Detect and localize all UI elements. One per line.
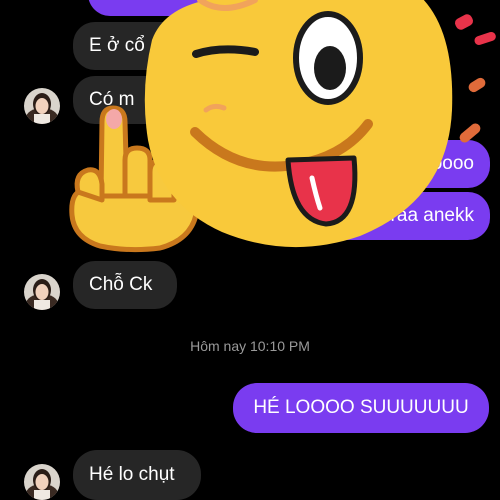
sparkle-icon: [474, 31, 496, 45]
message-bubble-received[interactable]: Chỗ Ck: [73, 261, 177, 309]
chat-thread: E ở cổ Có m oooo raa anekk Chỗ Ck Hôm na…: [0, 0, 500, 500]
sparkle-icon: [459, 123, 481, 143]
message-text: HÉ LOOOO SUUUUUUU: [253, 397, 469, 418]
avatar[interactable]: [24, 274, 60, 310]
message-bubble-sent[interactable]: HÉ LOOOO SUUUUUUU: [233, 383, 489, 433]
message-text: Chỗ Ck: [89, 274, 153, 295]
sparkle-icon: [454, 14, 474, 30]
message-text: Hé lo chụt: [89, 464, 175, 485]
timestamp-divider: Hôm nay 10:10 PM: [190, 338, 310, 354]
winking-face-icon: [144, 0, 453, 248]
profile-photo-image: [24, 88, 60, 124]
avatar[interactable]: [24, 88, 60, 124]
message-bubble-received[interactable]: Hé lo chụt: [73, 450, 201, 500]
sparkle-icon: [468, 77, 486, 93]
profile-photo-image: [24, 464, 60, 500]
winking-emoji-sticker-icon[interactable]: [60, 0, 500, 260]
profile-photo-image: [24, 274, 60, 310]
avatar[interactable]: [24, 464, 60, 500]
